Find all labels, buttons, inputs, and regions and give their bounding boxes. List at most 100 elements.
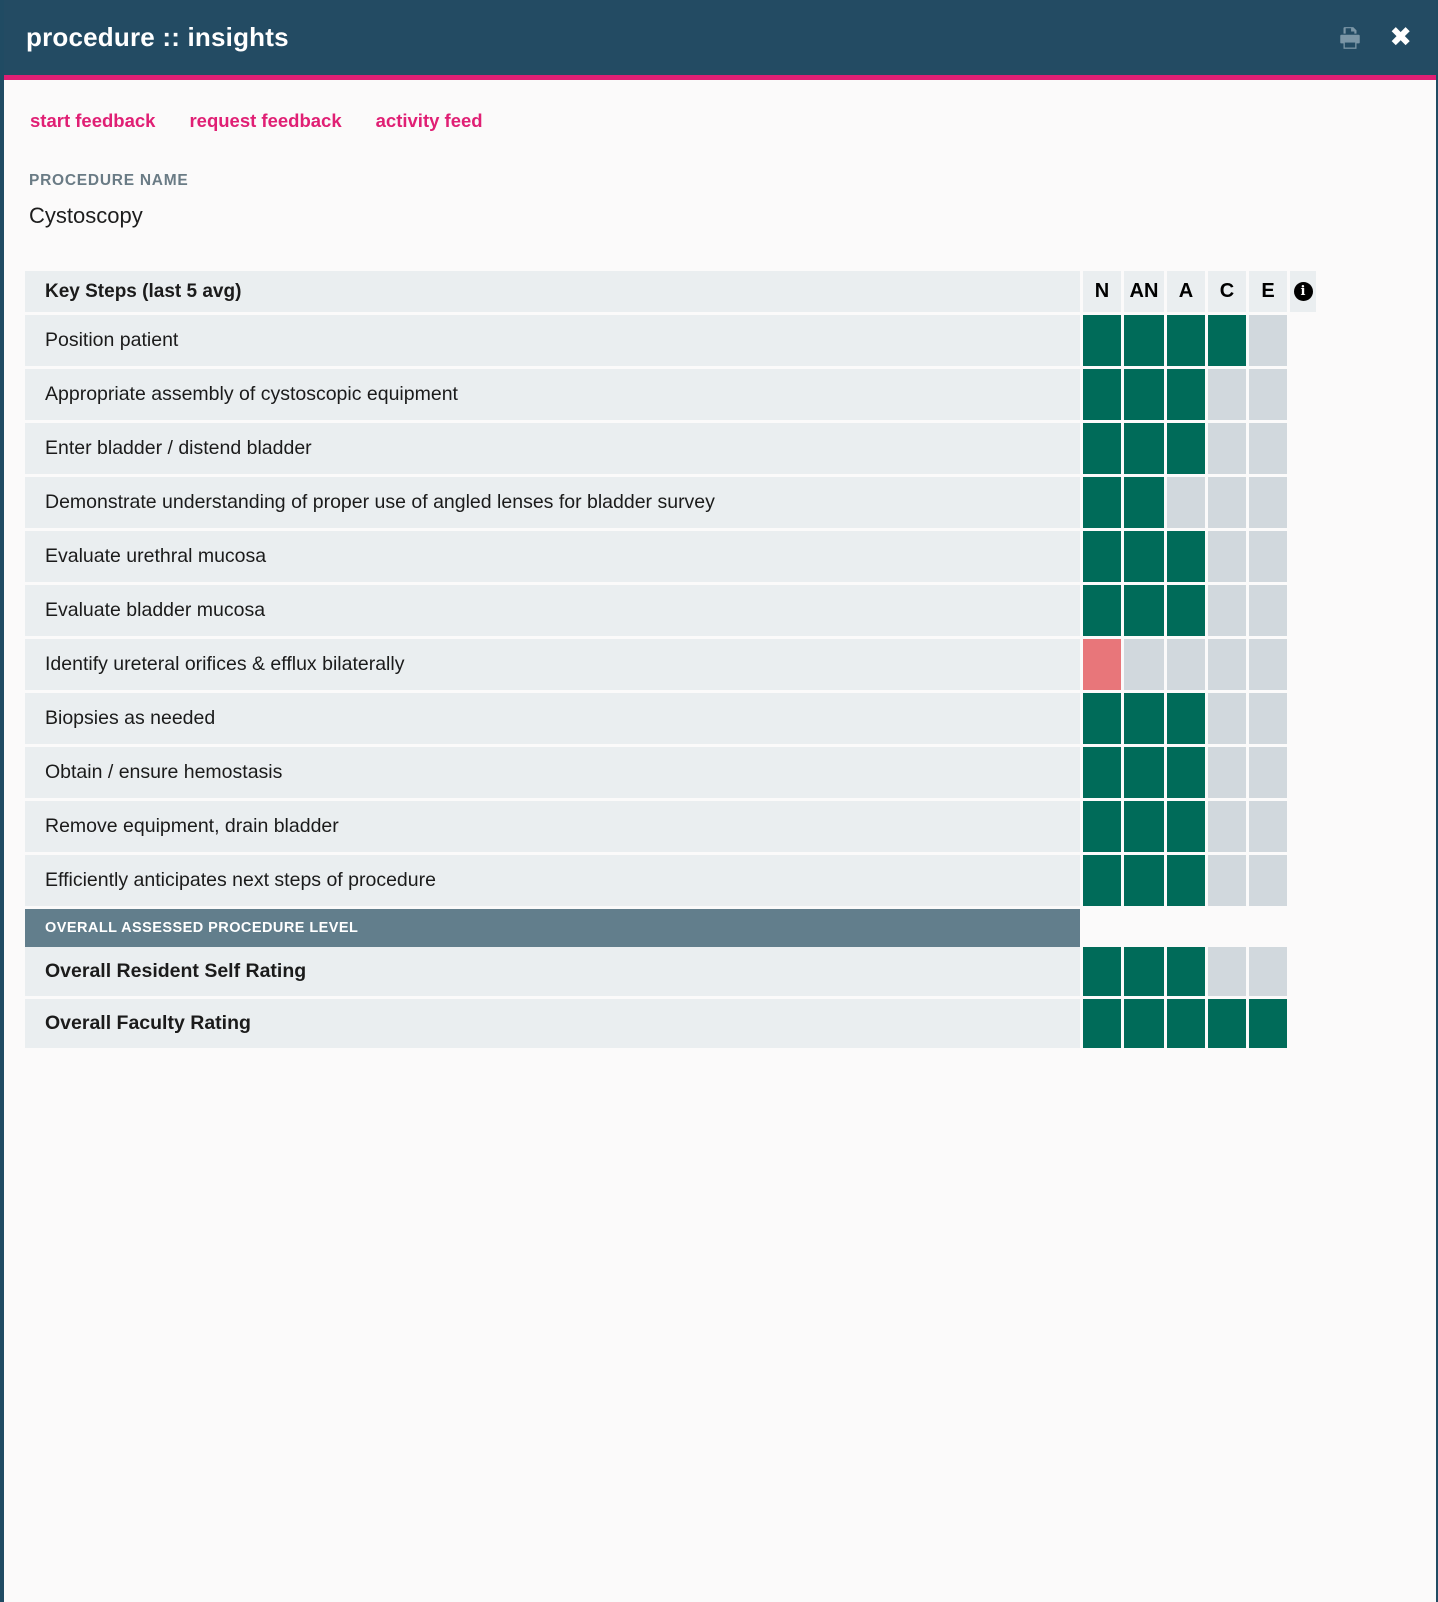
rating-cells — [1083, 855, 1316, 906]
rating-cell-n — [1083, 801, 1121, 852]
table-row: Position patient — [25, 315, 1315, 366]
rating-cell-n — [1083, 531, 1121, 582]
rating-cell-n — [1083, 423, 1121, 474]
column-header-c: C — [1208, 271, 1246, 312]
rating-cells — [1083, 801, 1316, 852]
close-icon: ✖ — [1389, 22, 1412, 53]
rating-cell-an — [1124, 747, 1164, 798]
table-row: Identify ureteral orifices & efflux bila… — [25, 639, 1315, 690]
row-label: Overall Resident Self Rating — [25, 947, 1080, 996]
rating-cell-n — [1083, 855, 1121, 906]
procedure-name-block: PROCEDURE NAME Cystoscopy — [4, 132, 1436, 229]
rating-cell-n — [1083, 585, 1121, 636]
rating-cell-n — [1083, 477, 1121, 528]
rating-cell-a — [1167, 855, 1205, 906]
rating-cell-n — [1083, 315, 1121, 366]
rating-cell-spacer — [1290, 423, 1316, 474]
rating-cell-a — [1167, 747, 1205, 798]
rating-cell-c — [1208, 477, 1246, 528]
table-row: Remove equipment, drain bladder — [25, 801, 1315, 852]
rating-cell-c — [1208, 531, 1246, 582]
rating-cell-an — [1124, 585, 1164, 636]
rating-cells — [1083, 747, 1316, 798]
table-row: Appropriate assembly of cystoscopic equi… — [25, 369, 1315, 420]
table-row: Enter bladder / distend bladder — [25, 423, 1315, 474]
rating-cells — [1083, 369, 1316, 420]
rating-cell-spacer — [1290, 947, 1316, 996]
rating-cell-an — [1124, 531, 1164, 582]
table-title: Key Steps (last 5 avg) — [25, 271, 1080, 312]
rating-cell-a — [1167, 947, 1205, 996]
table-row: Demonstrate understanding of proper use … — [25, 477, 1315, 528]
table-row: Evaluate bladder mucosa — [25, 585, 1315, 636]
rating-cell-spacer — [1290, 855, 1316, 906]
rating-cell-n — [1083, 947, 1121, 996]
rating-cell-a — [1167, 693, 1205, 744]
nav-link-activity-feed[interactable]: activity feed — [376, 110, 483, 132]
row-label: Obtain / ensure hemostasis — [25, 747, 1080, 798]
rating-cell-n — [1083, 747, 1121, 798]
rating-cells — [1083, 423, 1316, 474]
rating-cells — [1083, 999, 1316, 1048]
section-band-label: OVERALL ASSESSED PROCEDURE LEVEL — [25, 909, 1080, 947]
rating-cell-spacer — [1290, 477, 1316, 528]
rating-cell-e — [1249, 477, 1287, 528]
rating-cell-e — [1249, 531, 1287, 582]
rating-cell-a — [1167, 315, 1205, 366]
nav-link-start-feedback[interactable]: start feedback — [30, 110, 155, 132]
row-label: Efficiently anticipates next steps of pr… — [25, 855, 1080, 906]
rating-cell-e — [1249, 999, 1287, 1048]
table-row: Overall Resident Self Rating — [25, 947, 1315, 996]
printer-icon — [1337, 25, 1363, 51]
rating-cell-an — [1124, 801, 1164, 852]
rating-cell-e — [1249, 639, 1287, 690]
rating-cell-n — [1083, 693, 1121, 744]
rating-cell-spacer — [1290, 585, 1316, 636]
rating-cell-c — [1208, 369, 1246, 420]
insights-modal: procedure :: insights ✖ start feedback r… — [0, 0, 1438, 1602]
nav-link-request-feedback[interactable]: request feedback — [189, 110, 341, 132]
row-label: Enter bladder / distend bladder — [25, 423, 1080, 474]
rating-cell-c — [1208, 947, 1246, 996]
column-headers: N AN A C E i — [1083, 271, 1316, 312]
rating-cell-n — [1083, 639, 1121, 690]
rating-cell-e — [1249, 423, 1287, 474]
rating-cell-a — [1167, 639, 1205, 690]
rating-cell-spacer — [1290, 747, 1316, 798]
rating-cell-spacer — [1290, 315, 1316, 366]
rating-cell-c — [1208, 315, 1246, 366]
table-row: Overall Faculty Rating — [25, 999, 1315, 1048]
info-icon[interactable]: i — [1293, 282, 1313, 301]
table-row: Biopsies as needed — [25, 693, 1315, 744]
table-body: Position patient Appropriate assembly of … — [25, 315, 1315, 906]
key-steps-table: Key Steps (last 5 avg) N AN A C E i Posi… — [25, 271, 1316, 1048]
rating-cell-a — [1167, 477, 1205, 528]
rating-cell-e — [1249, 801, 1287, 852]
close-button[interactable]: ✖ — [1389, 24, 1412, 51]
table-rating-body: Overall Resident Self Rating Overall Facu… — [25, 947, 1315, 1048]
rating-cell-spacer — [1290, 531, 1316, 582]
rating-cell-e — [1249, 947, 1287, 996]
row-label: Identify ureteral orifices & efflux bila… — [25, 639, 1080, 690]
rating-cell-an — [1124, 947, 1164, 996]
rating-cell-spacer — [1290, 999, 1316, 1048]
column-header-a: A — [1167, 271, 1205, 312]
info-icon-cell[interactable]: i — [1290, 271, 1316, 312]
print-button[interactable] — [1337, 25, 1363, 51]
rating-cell-e — [1249, 747, 1287, 798]
rating-cell-spacer — [1290, 369, 1316, 420]
rating-cell-e — [1249, 369, 1287, 420]
rating-cell-e — [1249, 315, 1287, 366]
rating-cell-c — [1208, 639, 1246, 690]
rating-cell-an — [1124, 999, 1164, 1048]
row-label: Appropriate assembly of cystoscopic equi… — [25, 369, 1080, 420]
row-label: Remove equipment, drain bladder — [25, 801, 1080, 852]
section-band-wrap: OVERALL ASSESSED PROCEDURE LEVEL — [25, 909, 1315, 947]
rating-cell-spacer — [1290, 693, 1316, 744]
rating-cell-n — [1083, 369, 1121, 420]
column-header-n: N — [1083, 271, 1121, 312]
feedback-nav: start feedback request feedback activity… — [4, 80, 1436, 132]
rating-cell-an — [1124, 315, 1164, 366]
rating-cells — [1083, 639, 1316, 690]
rating-cell-c — [1208, 585, 1246, 636]
